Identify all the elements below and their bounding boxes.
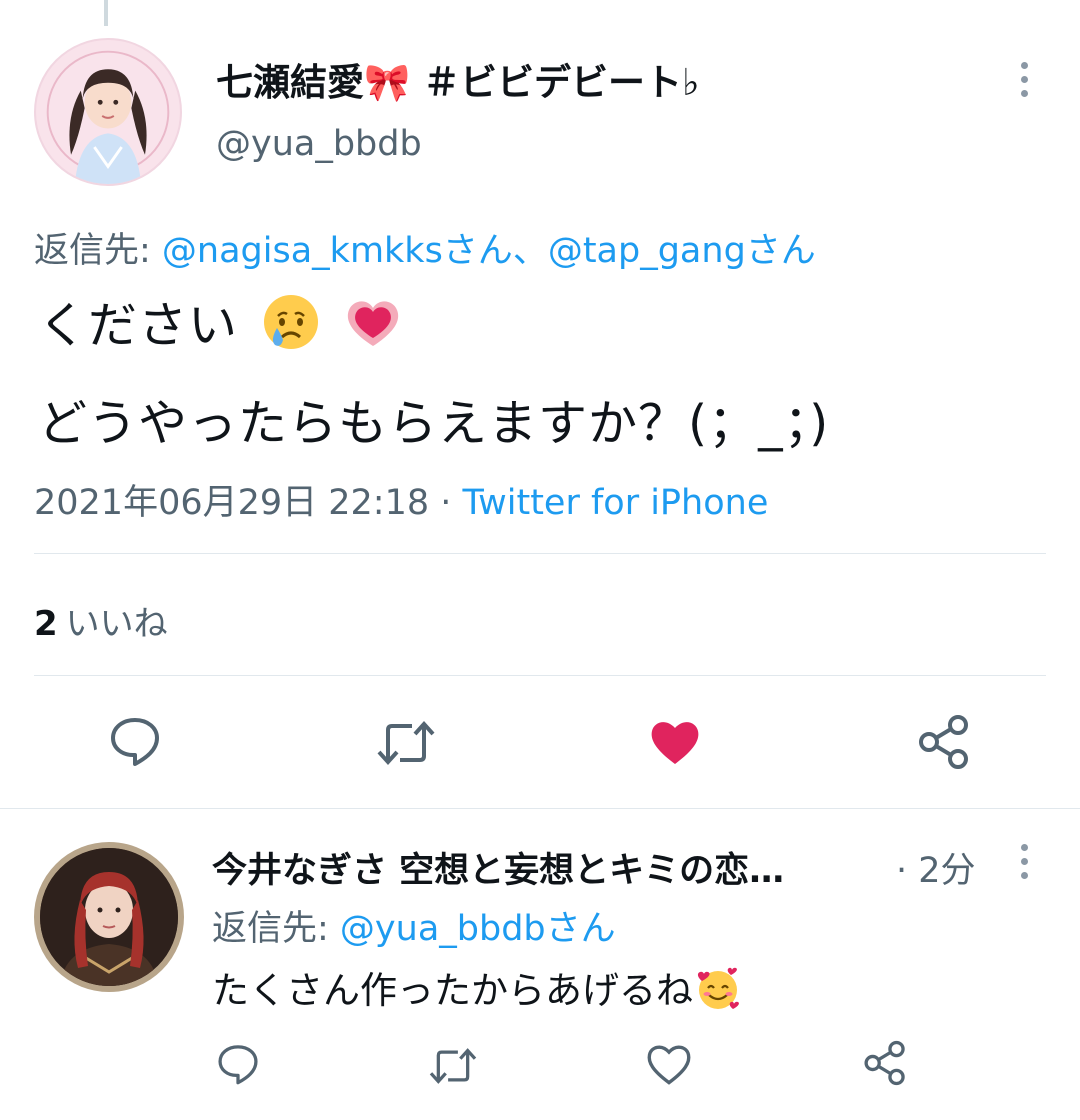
pink-heart-emoji (348, 301, 399, 346)
tweet-text-line: どうやったらもらえますか？(；_；) (38, 395, 830, 452)
avatar[interactable] (34, 842, 184, 992)
tweet-text: たくさん作ったからあげるね (212, 969, 693, 1012)
like-icon[interactable] (646, 1042, 692, 1086)
tweet-text: ください (38, 297, 239, 354)
reply-to-user-link[interactable]: @yua_bbdbさん (340, 909, 616, 949)
like-count: 2 (34, 604, 58, 644)
reply-icon[interactable] (108, 714, 162, 768)
avatar[interactable] (34, 38, 182, 186)
retweet-icon[interactable] (428, 1044, 478, 1088)
divider (34, 675, 1046, 676)
share-icon[interactable] (862, 1040, 908, 1086)
reply-to-prefix: 返信先: (212, 909, 340, 949)
display-name[interactable]: 七瀬結愛🎀 ＃ビビデビート♭ (216, 52, 699, 106)
reply-to-separator: 、 (512, 231, 548, 271)
display-name[interactable]: 今井なぎさ 空想と妄想とキミの恋… (212, 842, 892, 893)
reply-icon[interactable] (216, 1042, 260, 1086)
likes-count-link[interactable]: 2 いいね (34, 596, 168, 645)
reply-to-user-link[interactable]: @tap_gangさん (548, 231, 816, 271)
user-handle[interactable]: @yua_bbdb (216, 124, 422, 164)
reply-to-line: 返信先: @yua_bbdbさん (212, 900, 616, 951)
relative-time[interactable]: · 2分 (896, 842, 976, 893)
like-label: いいね (65, 604, 168, 644)
timestamp[interactable]: 2021年06月29日 22:18 (34, 483, 429, 523)
thread-connector (104, 0, 108, 26)
reply-to-line: 返信先: @nagisa_kmkksさん、@tap_gangさん (34, 222, 816, 273)
reply-to-user-link[interactable]: @nagisa_kmkksさん (162, 231, 513, 271)
more-vertical-icon[interactable] (1010, 842, 1040, 882)
more-vertical-icon[interactable] (1010, 60, 1040, 100)
client-link[interactable]: Twitter for iPhone (463, 483, 769, 523)
reply-to-prefix: 返信先: (34, 231, 162, 271)
crying-face-emoji (263, 295, 318, 349)
meta-separator: · (429, 483, 463, 523)
like-icon[interactable] (648, 716, 702, 768)
share-icon[interactable] (916, 714, 972, 770)
tweet-text-line: たくさん作ったからあげるね (212, 960, 741, 1014)
divider (0, 808, 1080, 809)
divider (34, 553, 1046, 554)
tweet-text-line: ください (38, 286, 403, 357)
retweet-icon[interactable] (376, 716, 436, 770)
tweet-meta: 2021年06月29日 22:18 · Twitter for iPhone (34, 474, 768, 525)
smiling-hearts-emoji (697, 967, 739, 1009)
